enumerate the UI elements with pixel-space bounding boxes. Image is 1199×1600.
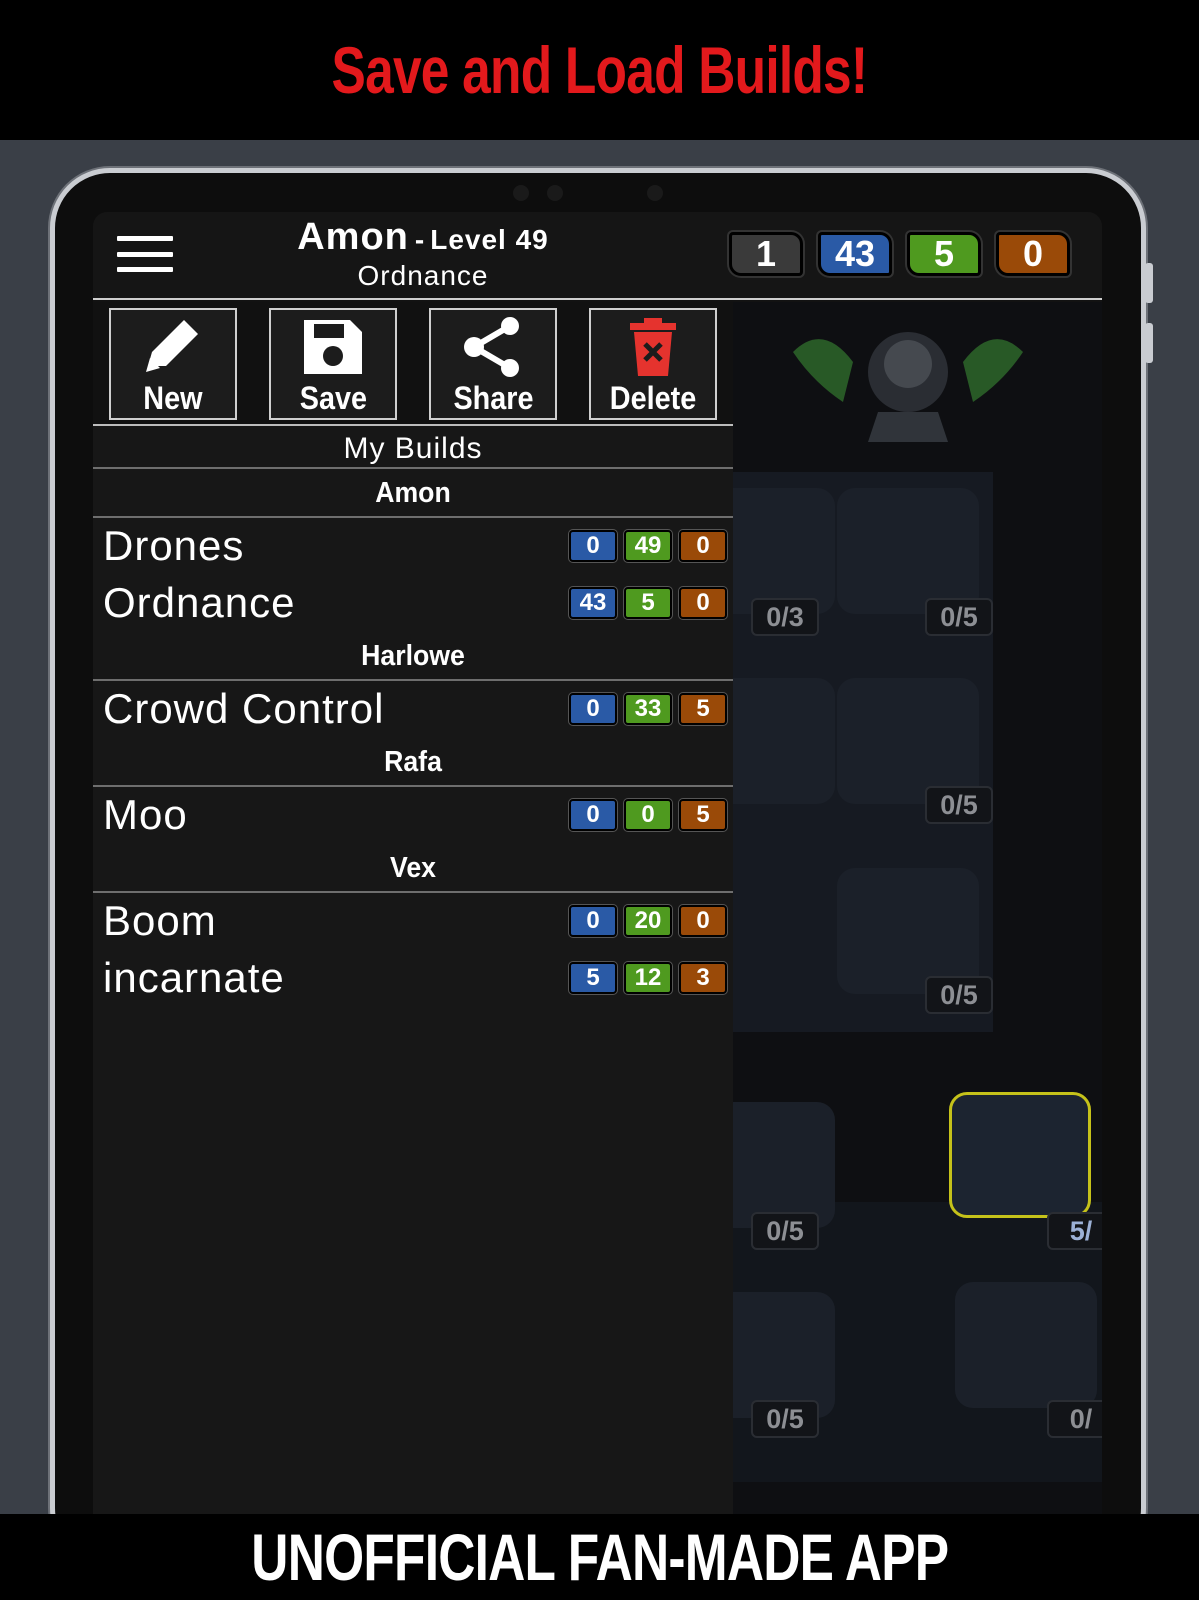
pencil-icon: [146, 320, 198, 372]
badge-green: 49: [624, 530, 672, 562]
group-title: Vex: [390, 852, 436, 884]
app-screenshot: Save and Load Builds! Amon - Level 49 Ordn…: [0, 0, 1199, 1600]
divider: [93, 785, 733, 787]
new-label: New: [143, 380, 203, 416]
build-points: 5 12 3: [569, 962, 727, 994]
floppy-disk-icon: [304, 320, 362, 374]
build-points: 0 33 5: [569, 693, 727, 725]
share-label: Share: [452, 380, 534, 416]
build-item[interactable]: Drones: [103, 522, 244, 570]
skill-count: 0/5: [751, 1212, 819, 1250]
build-points: 43 5 0: [569, 587, 727, 619]
build-points: 0 20 0: [569, 905, 727, 937]
badge-blue: 43: [569, 587, 617, 619]
build-item[interactable]: incarnate: [103, 954, 285, 1002]
build-spec: Ordnance: [357, 260, 489, 291]
badge-orange: 0: [679, 530, 727, 562]
points-green: 5: [907, 232, 981, 276]
skill-count: 0/5: [925, 976, 993, 1014]
divider: [93, 516, 733, 518]
skill-tree-background: 0/3 0/5 0/5 0/5 0/5 5/ 0/5 0/: [693, 302, 1102, 1514]
badge-blue: 0: [569, 693, 617, 725]
delete-button[interactable]: Delete: [589, 308, 717, 420]
build-item[interactable]: Moo: [103, 791, 188, 839]
skill-count: 0/5: [751, 1400, 819, 1438]
skill-count: 0/5: [925, 598, 993, 636]
banner-title: Save and Load Builds!: [331, 33, 868, 107]
skill-tile[interactable]: [837, 488, 979, 614]
badge-orange: 0: [679, 905, 727, 937]
save-label: Save: [299, 380, 367, 416]
badge-blue: 5: [569, 962, 617, 994]
top-banner: Save and Load Builds!: [0, 0, 1199, 140]
build-item[interactable]: Boom: [103, 897, 217, 945]
badge-green: 20: [624, 905, 672, 937]
skill-count: 5/: [1047, 1212, 1102, 1250]
divider: [93, 467, 733, 469]
volume-button: [1145, 323, 1153, 363]
share-icon: [464, 317, 519, 377]
camera-dot: [513, 185, 529, 201]
character-name: Amon: [297, 216, 409, 258]
badge-green: 33: [624, 693, 672, 725]
trash-icon: [630, 318, 676, 376]
character-level: Level 49: [430, 224, 549, 255]
share-button[interactable]: Share: [429, 308, 557, 420]
skill-count: 0/: [1047, 1400, 1102, 1438]
disclaimer-title: UNOFFICIAL FAN-MADE APP: [250, 1520, 949, 1594]
camera-dot: [647, 185, 663, 201]
badge-orange: 5: [679, 799, 727, 831]
group-title: Rafa: [384, 746, 442, 778]
my-builds-title: My Builds: [343, 432, 483, 465]
bottom-banner: UNOFFICIAL FAN-MADE APP: [0, 1514, 1199, 1600]
volume-button: [1145, 263, 1153, 303]
menu-icon[interactable]: [117, 236, 173, 272]
group-title: Harlowe: [361, 640, 465, 672]
points-blue: 43: [818, 232, 892, 276]
skill-count: 0/3: [751, 598, 819, 636]
app-header: Amon - Level 49 Ordnance 1 43 5 0: [93, 212, 1102, 300]
character-portrait-icon: [793, 332, 1023, 442]
build-points: 0 49 0: [569, 530, 727, 562]
save-button[interactable]: Save: [269, 308, 397, 420]
badge-orange: 5: [679, 693, 727, 725]
build-item[interactable]: Ordnance: [103, 579, 295, 627]
points-unspent: 1: [729, 232, 803, 276]
badge-orange: 0: [679, 587, 727, 619]
build-actions: New Save Share Delete: [93, 302, 733, 426]
badge-green: 12: [624, 962, 672, 994]
build-item[interactable]: Crowd Control: [103, 685, 384, 733]
app-screen: Amon - Level 49 Ordnance 1 43 5 0 0/3 0/5: [93, 212, 1102, 1514]
group-title: Amon: [375, 477, 451, 509]
badge-blue: 0: [569, 530, 617, 562]
badge-blue: 0: [569, 905, 617, 937]
divider: [93, 891, 733, 893]
badge-green: 5: [624, 587, 672, 619]
delete-label: Delete: [609, 380, 697, 416]
skill-tile[interactable]: [955, 1282, 1097, 1408]
points-orange: 0: [996, 232, 1070, 276]
badge-green: 0: [624, 799, 672, 831]
character-title: Amon - Level 49: [297, 216, 549, 258]
skill-tile-selected[interactable]: [949, 1092, 1091, 1218]
badge-blue: 0: [569, 799, 617, 831]
divider: [93, 679, 733, 681]
build-points: 0 0 5: [569, 799, 727, 831]
badge-orange: 3: [679, 962, 727, 994]
new-button[interactable]: New: [109, 308, 237, 420]
builds-drawer: New Save Share Delete My Builds Amon Dro…: [93, 302, 733, 1514]
skill-count: 0/5: [925, 786, 993, 824]
camera-dot: [547, 185, 563, 201]
